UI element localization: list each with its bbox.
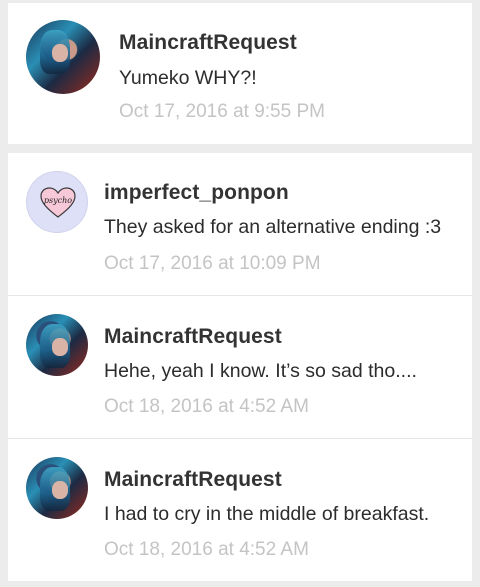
username[interactable]: MaincraftRequest — [104, 325, 282, 349]
comment-timestamp: Oct 17, 2016 at 10:09 PM — [104, 253, 321, 274]
reply-item: psycho imperfect_ponpon They asked for a… — [8, 153, 472, 296]
reply-item: MaincraftRequest Hehe, yeah I know. It’s… — [8, 295, 472, 438]
username[interactable]: MaincraftRequest — [104, 468, 282, 492]
comment-text: Hehe, yeah I know. It’s so sad tho.... — [104, 360, 417, 382]
comment-timestamp: Oct 18, 2016 at 4:52 AM — [104, 539, 309, 560]
comment-timestamp: Oct 17, 2016 at 9:55 PM — [119, 101, 325, 122]
parent-comment-card: MaincraftRequest Yumeko WHY?! Oct 17, 20… — [8, 3, 472, 144]
user-avatar[interactable]: psycho — [26, 171, 88, 233]
reply-item: MaincraftRequest I had to cry in the mid… — [8, 438, 472, 581]
replies-card: psycho imperfect_ponpon They asked for a… — [8, 153, 472, 581]
comment-text: Yumeko WHY?! — [119, 67, 257, 89]
comment-text: I had to cry in the middle of breakfast. — [104, 503, 430, 525]
user-avatar[interactable] — [26, 20, 100, 94]
avatar-text: psycho — [44, 196, 72, 205]
comment-text: They asked for an alternative ending :3 — [104, 216, 442, 238]
comment-timestamp: Oct 18, 2016 at 4:52 AM — [104, 396, 309, 417]
username[interactable]: imperfect_ponpon — [104, 181, 289, 205]
user-avatar[interactable] — [26, 314, 88, 376]
user-avatar[interactable] — [26, 457, 88, 519]
username[interactable]: MaincraftRequest — [119, 31, 297, 55]
heart-icon: psycho — [40, 187, 76, 218]
